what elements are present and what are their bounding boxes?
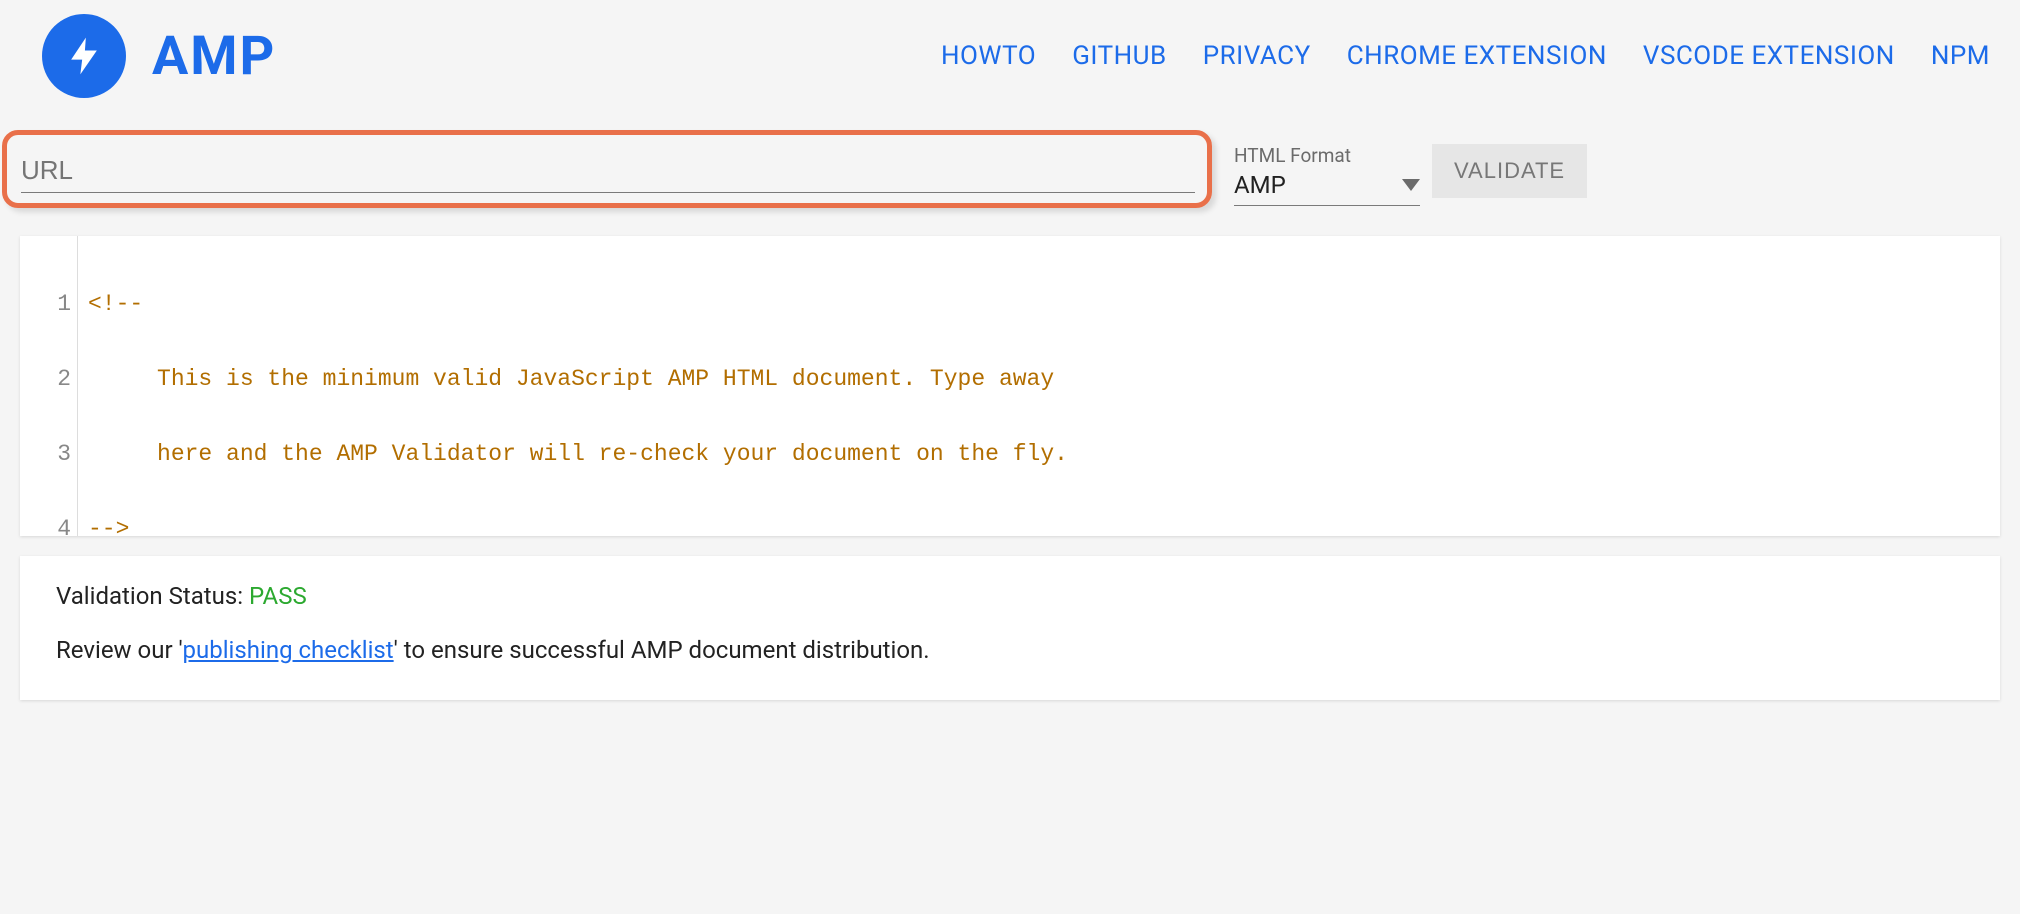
header: AMP HOWTO GITHUB PRIVACY CHROME EXTENSIO…	[0, 0, 2020, 112]
validation-status: Validation Status: PASS	[56, 582, 1964, 610]
nav-privacy[interactable]: PRIVACY	[1203, 41, 1311, 71]
nav-npm[interactable]: NPM	[1931, 41, 1990, 71]
logo-text: AMP	[152, 25, 276, 88]
format-value: AMP	[1234, 171, 1286, 199]
chevron-down-icon	[1402, 179, 1420, 191]
format-select-wrap: HTML Format AMP	[1234, 144, 1420, 208]
status-label: Validation Status:	[56, 582, 249, 610]
nav-github[interactable]: GITHUB	[1072, 41, 1167, 71]
nav-chrome-extension[interactable]: CHROME EXTENSION	[1347, 41, 1607, 71]
format-select[interactable]: AMP	[1234, 167, 1420, 206]
status-value: PASS	[249, 582, 307, 610]
url-input[interactable]	[21, 153, 1195, 193]
nav-howto[interactable]: HOWTO	[941, 41, 1036, 71]
validation-status-card: Validation Status: PASS Review our 'publ…	[20, 556, 2000, 700]
code-line: <!--	[88, 292, 1662, 317]
url-field-highlight	[2, 130, 1212, 208]
publishing-checklist-link[interactable]: publishing checklist	[183, 636, 394, 664]
code-lines[interactable]: <!-- This is the minimum valid JavaScrip…	[78, 236, 1662, 536]
controls-row: HTML Format AMP VALIDATE	[0, 130, 2020, 208]
review-text: Review our 'publishing checklist' to ens…	[56, 636, 1964, 664]
nav-links: HOWTO GITHUB PRIVACY CHROME EXTENSION VS…	[941, 41, 1990, 71]
code-line: This is the minimum valid JavaScript AMP…	[88, 367, 1662, 392]
code-line: here and the AMP Validator will re-check…	[88, 442, 1662, 467]
format-label: HTML Format	[1234, 144, 1420, 167]
nav-vscode-extension[interactable]: VSCODE EXTENSION	[1643, 41, 1895, 71]
line-gutter: 1 2 3 4 5 6 7 8 9 10 11 12	[20, 236, 78, 536]
validate-button[interactable]: VALIDATE	[1432, 144, 1587, 198]
code-editor[interactable]: 1 2 3 4 5 6 7 8 9 10 11 12 <!-- This is …	[20, 236, 2000, 536]
logo[interactable]: AMP	[42, 14, 276, 98]
amp-logo-icon	[42, 14, 126, 98]
code-line: -->	[88, 517, 1662, 536]
